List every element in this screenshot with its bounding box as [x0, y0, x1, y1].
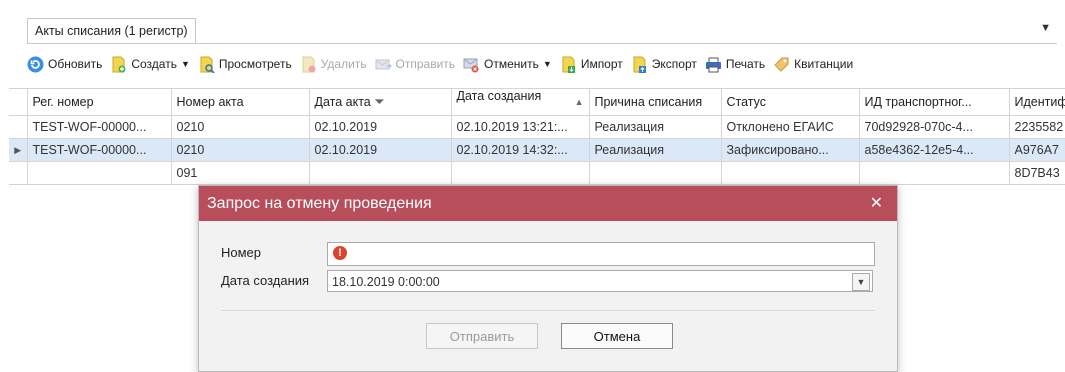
row-indicator: [9, 115, 28, 139]
column-header-label: Дата акта: [314, 95, 371, 109]
creation-date-value: 18.10.2019 0:00:00: [332, 275, 440, 289]
cancel-request-dialog: Запрос на отмену проведения ✕ Номер ! Да…: [198, 185, 898, 372]
view-button[interactable]: Просмотреть: [198, 56, 292, 74]
number-field[interactable]: !: [327, 242, 875, 266]
import-icon: [560, 56, 577, 73]
import-label: Импорт: [580, 57, 623, 71]
table-cell: 8D7B43: [1008, 161, 1065, 185]
send-envelope-icon: [375, 56, 392, 73]
table-cell: [720, 161, 860, 185]
tab-write-off-acts[interactable]: Акты списания (1 регистр): [27, 18, 196, 43]
close-icon[interactable]: ✕: [870, 186, 883, 221]
chevron-down-icon: ▼: [180, 59, 190, 69]
table-cell: [308, 161, 452, 185]
tag-icon: [773, 56, 790, 73]
receipts-button[interactable]: Квитанции: [773, 56, 853, 73]
cancel-button[interactable]: Отмена: [561, 323, 673, 349]
write-off-acts-table: Рег. номер Номер акта Дата акта ⏷ Дата с…: [9, 88, 1065, 185]
export-icon: [631, 56, 648, 73]
table-cell: [450, 161, 590, 185]
row-indicator-header: [9, 88, 28, 116]
table-cell: [26, 161, 172, 185]
column-header-label: Дата создания: [456, 89, 542, 104]
column-header[interactable]: Номер акта: [170, 88, 310, 116]
row-indicator-arrow-icon: ▶: [9, 138, 28, 162]
dialog-title: Запрос на отмену проведения: [207, 195, 432, 212]
import-button[interactable]: Импорт: [560, 56, 623, 73]
table-cell: 02.10.2019: [308, 115, 452, 139]
table-cell: TEST-WOF-00000...: [26, 115, 172, 139]
row-indicator: [9, 161, 28, 185]
tab-label: Акты списания (1 регистр): [35, 24, 188, 38]
error-icon: !: [333, 246, 347, 260]
create-label: Создать: [131, 57, 177, 71]
refresh-button[interactable]: Обновить: [27, 56, 102, 73]
table-cell: 70d92928-070c-4...: [858, 115, 1010, 139]
tab-divider: [27, 43, 1057, 44]
column-header-act-date[interactable]: Дата акта ⏷: [308, 88, 452, 116]
column-header[interactable]: ИД транспортног...: [858, 88, 1010, 116]
table-cell: Отклонено ЕГАИС: [720, 115, 860, 139]
table-header-row: Рег. номер Номер акта Дата акта ⏷ Дата с…: [9, 88, 1065, 116]
cancel-action-label: Отменить: [484, 57, 539, 71]
tab-bar: Акты списания (1 регистр) ▼: [0, 0, 1065, 44]
cancel-action-button[interactable]: Отменить ▼: [463, 56, 552, 73]
column-header-creation-date[interactable]: Дата создания ▲: [450, 88, 590, 116]
column-header[interactable]: Рег. номер: [26, 88, 172, 116]
printer-icon: [705, 56, 722, 73]
creation-date-label: Дата создания: [221, 273, 310, 288]
cancel-envelope-icon: [463, 56, 480, 73]
view-label: Просмотреть: [218, 57, 292, 71]
view-document-icon: [198, 56, 215, 74]
table-cell: 091: [170, 161, 310, 185]
send-button[interactable]: Отправить: [375, 56, 456, 73]
print-button[interactable]: Печать: [705, 56, 765, 73]
chevron-down-icon: ▼: [542, 59, 552, 69]
number-label: Номер: [221, 245, 262, 260]
create-button[interactable]: Создать ▼: [110, 56, 190, 73]
delete-button[interactable]: Удалить: [300, 56, 367, 73]
send-button[interactable]: Отправить: [426, 323, 538, 349]
table-row-selected[interactable]: ▶ TEST-WOF-00000... 0210 02.10.2019 02.1…: [9, 138, 1065, 162]
tab-dropdown-icon[interactable]: ▼: [1040, 22, 1051, 34]
toolbar: Обновить Создать ▼ Просмотреть Удалить О…: [27, 52, 1065, 76]
sort-asc-icon: ▲: [574, 97, 584, 107]
print-label: Печать: [725, 57, 766, 71]
table-cell: A976A7: [1008, 138, 1065, 162]
dialog-divider: [221, 310, 875, 311]
creation-date-field[interactable]: 18.10.2019 0:00:00 ▼: [327, 270, 873, 292]
table-cell: 0210: [170, 115, 310, 139]
table-cell: 02.10.2019 14:32:...: [450, 138, 590, 162]
table-cell: TEST-WOF-00000...: [26, 138, 172, 162]
table-cell: Зафиксировано...: [720, 138, 860, 162]
table-cell: a58e4362-12e5-4...: [858, 138, 1010, 162]
table-cell: 2235582: [1008, 115, 1065, 139]
refresh-label: Обновить: [48, 57, 103, 71]
dialog-header: Запрос на отмену проведения ✕: [199, 186, 897, 221]
table-cell: [588, 161, 722, 185]
column-header[interactable]: Статус: [720, 88, 860, 116]
refresh-icon: [27, 56, 44, 73]
table-cell: [858, 161, 1010, 185]
table-cell: Реализация: [588, 138, 722, 162]
export-label: Экспорт: [651, 57, 697, 71]
column-header[interactable]: Причина списания: [588, 88, 722, 116]
table-cell: 0210: [170, 138, 310, 162]
receipts-label: Квитанции: [794, 57, 854, 71]
table-cell: 02.10.2019: [308, 138, 452, 162]
table-row[interactable]: TEST-WOF-00000... 0210 02.10.2019 02.10.…: [9, 115, 1065, 139]
delete-document-icon: [300, 56, 317, 73]
export-button[interactable]: Экспорт: [631, 56, 697, 73]
chevron-down-icon[interactable]: ▼: [852, 273, 870, 291]
delete-label: Удалить: [320, 57, 367, 71]
filter-icon[interactable]: ⏷: [374, 94, 384, 109]
table-row[interactable]: 091 8D7B43: [9, 161, 1065, 185]
send-label: Отправить: [395, 57, 456, 71]
table-cell: Реализация: [588, 115, 722, 139]
table-cell: 02.10.2019 13:21:...: [450, 115, 590, 139]
create-document-icon: [110, 56, 127, 73]
column-header[interactable]: Идентиф: [1008, 88, 1065, 116]
